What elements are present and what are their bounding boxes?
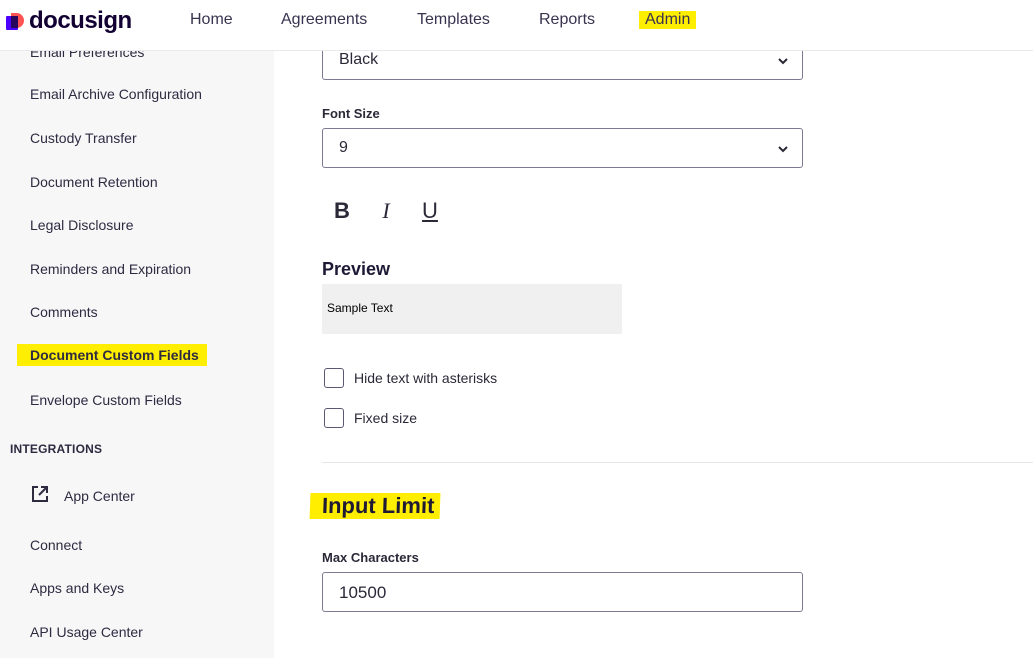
top-nav: docusign Home Agreements Templates Repor…: [0, 0, 1033, 51]
font-size-select[interactable]: 9: [322, 128, 803, 168]
preview-title: Preview: [322, 259, 391, 279]
docusign-logo[interactable]: docusign: [6, 7, 132, 34]
font-size-value: 9: [339, 139, 348, 156]
bold-button[interactable]: B: [328, 197, 356, 225]
max-characters-input[interactable]: 10500: [322, 572, 803, 612]
fixed-size-checkbox[interactable]: [324, 408, 344, 428]
nav-agreements[interactable]: Agreements: [281, 11, 367, 29]
docusign-logo-icon: [6, 12, 25, 31]
sidebar-item-api-usage-center[interactable]: API Usage Center: [30, 624, 143, 640]
admin-sidebar: Email Preferences Email Archive Configur…: [0, 51, 274, 658]
max-characters-label: Max Characters: [322, 550, 419, 565]
external-link-icon: [32, 486, 48, 502]
sidebar-item-apps-and-keys[interactable]: Apps and Keys: [30, 580, 124, 596]
hide-text-label[interactable]: Hide text with asterisks: [354, 370, 497, 386]
nav-reports[interactable]: Reports: [539, 11, 595, 29]
sidebar-item-custody-transfer[interactable]: Custody Transfer: [30, 130, 137, 146]
nav-admin[interactable]: Admin: [639, 11, 697, 29]
sidebar-item-envelope-custom-fields[interactable]: Envelope Custom Fields: [30, 392, 182, 408]
logo-text: docusign: [29, 7, 132, 34]
chevron-down-icon: [778, 146, 788, 153]
hide-text-checkbox[interactable]: [324, 368, 344, 388]
integrations-heading: INTEGRATIONS: [10, 442, 103, 456]
sidebar-item-email-preferences[interactable]: Email Preferences: [30, 51, 144, 60]
section-divider: [322, 462, 1033, 463]
sidebar-item-comments[interactable]: Comments: [30, 304, 98, 320]
font-size-label: Font Size: [322, 106, 380, 121]
nav-home[interactable]: Home: [190, 11, 233, 29]
input-limit-title: Input Limit: [309, 493, 441, 519]
fixed-size-label[interactable]: Fixed size: [354, 410, 417, 426]
max-characters-value: 10500: [339, 583, 387, 602]
sidebar-item-document-retention[interactable]: Document Retention: [30, 174, 158, 190]
preview-sample-text: Sample Text: [327, 301, 393, 315]
sidebar-item-reminders-and-expiration[interactable]: Reminders and Expiration: [30, 261, 191, 277]
italic-button[interactable]: I: [372, 197, 400, 225]
sidebar-item-document-custom-fields[interactable]: Document Custom Fields: [17, 344, 207, 366]
preview-box: Sample Text: [322, 284, 622, 334]
sidebar-item-legal-disclosure[interactable]: Legal Disclosure: [30, 217, 134, 233]
chevron-down-icon: [778, 58, 788, 65]
underline-button[interactable]: U: [416, 197, 444, 225]
sidebar-item-connect[interactable]: Connect: [30, 537, 82, 553]
sidebar-item-email-archive-configuration[interactable]: Email Archive Configuration: [30, 86, 202, 102]
main-content: Black Font Size 9 B I U Preview Sample T…: [274, 40, 1033, 658]
sidebar-item-app-center[interactable]: App Center: [64, 488, 135, 504]
nav-templates[interactable]: Templates: [417, 11, 490, 29]
font-color-value: Black: [339, 51, 379, 68]
